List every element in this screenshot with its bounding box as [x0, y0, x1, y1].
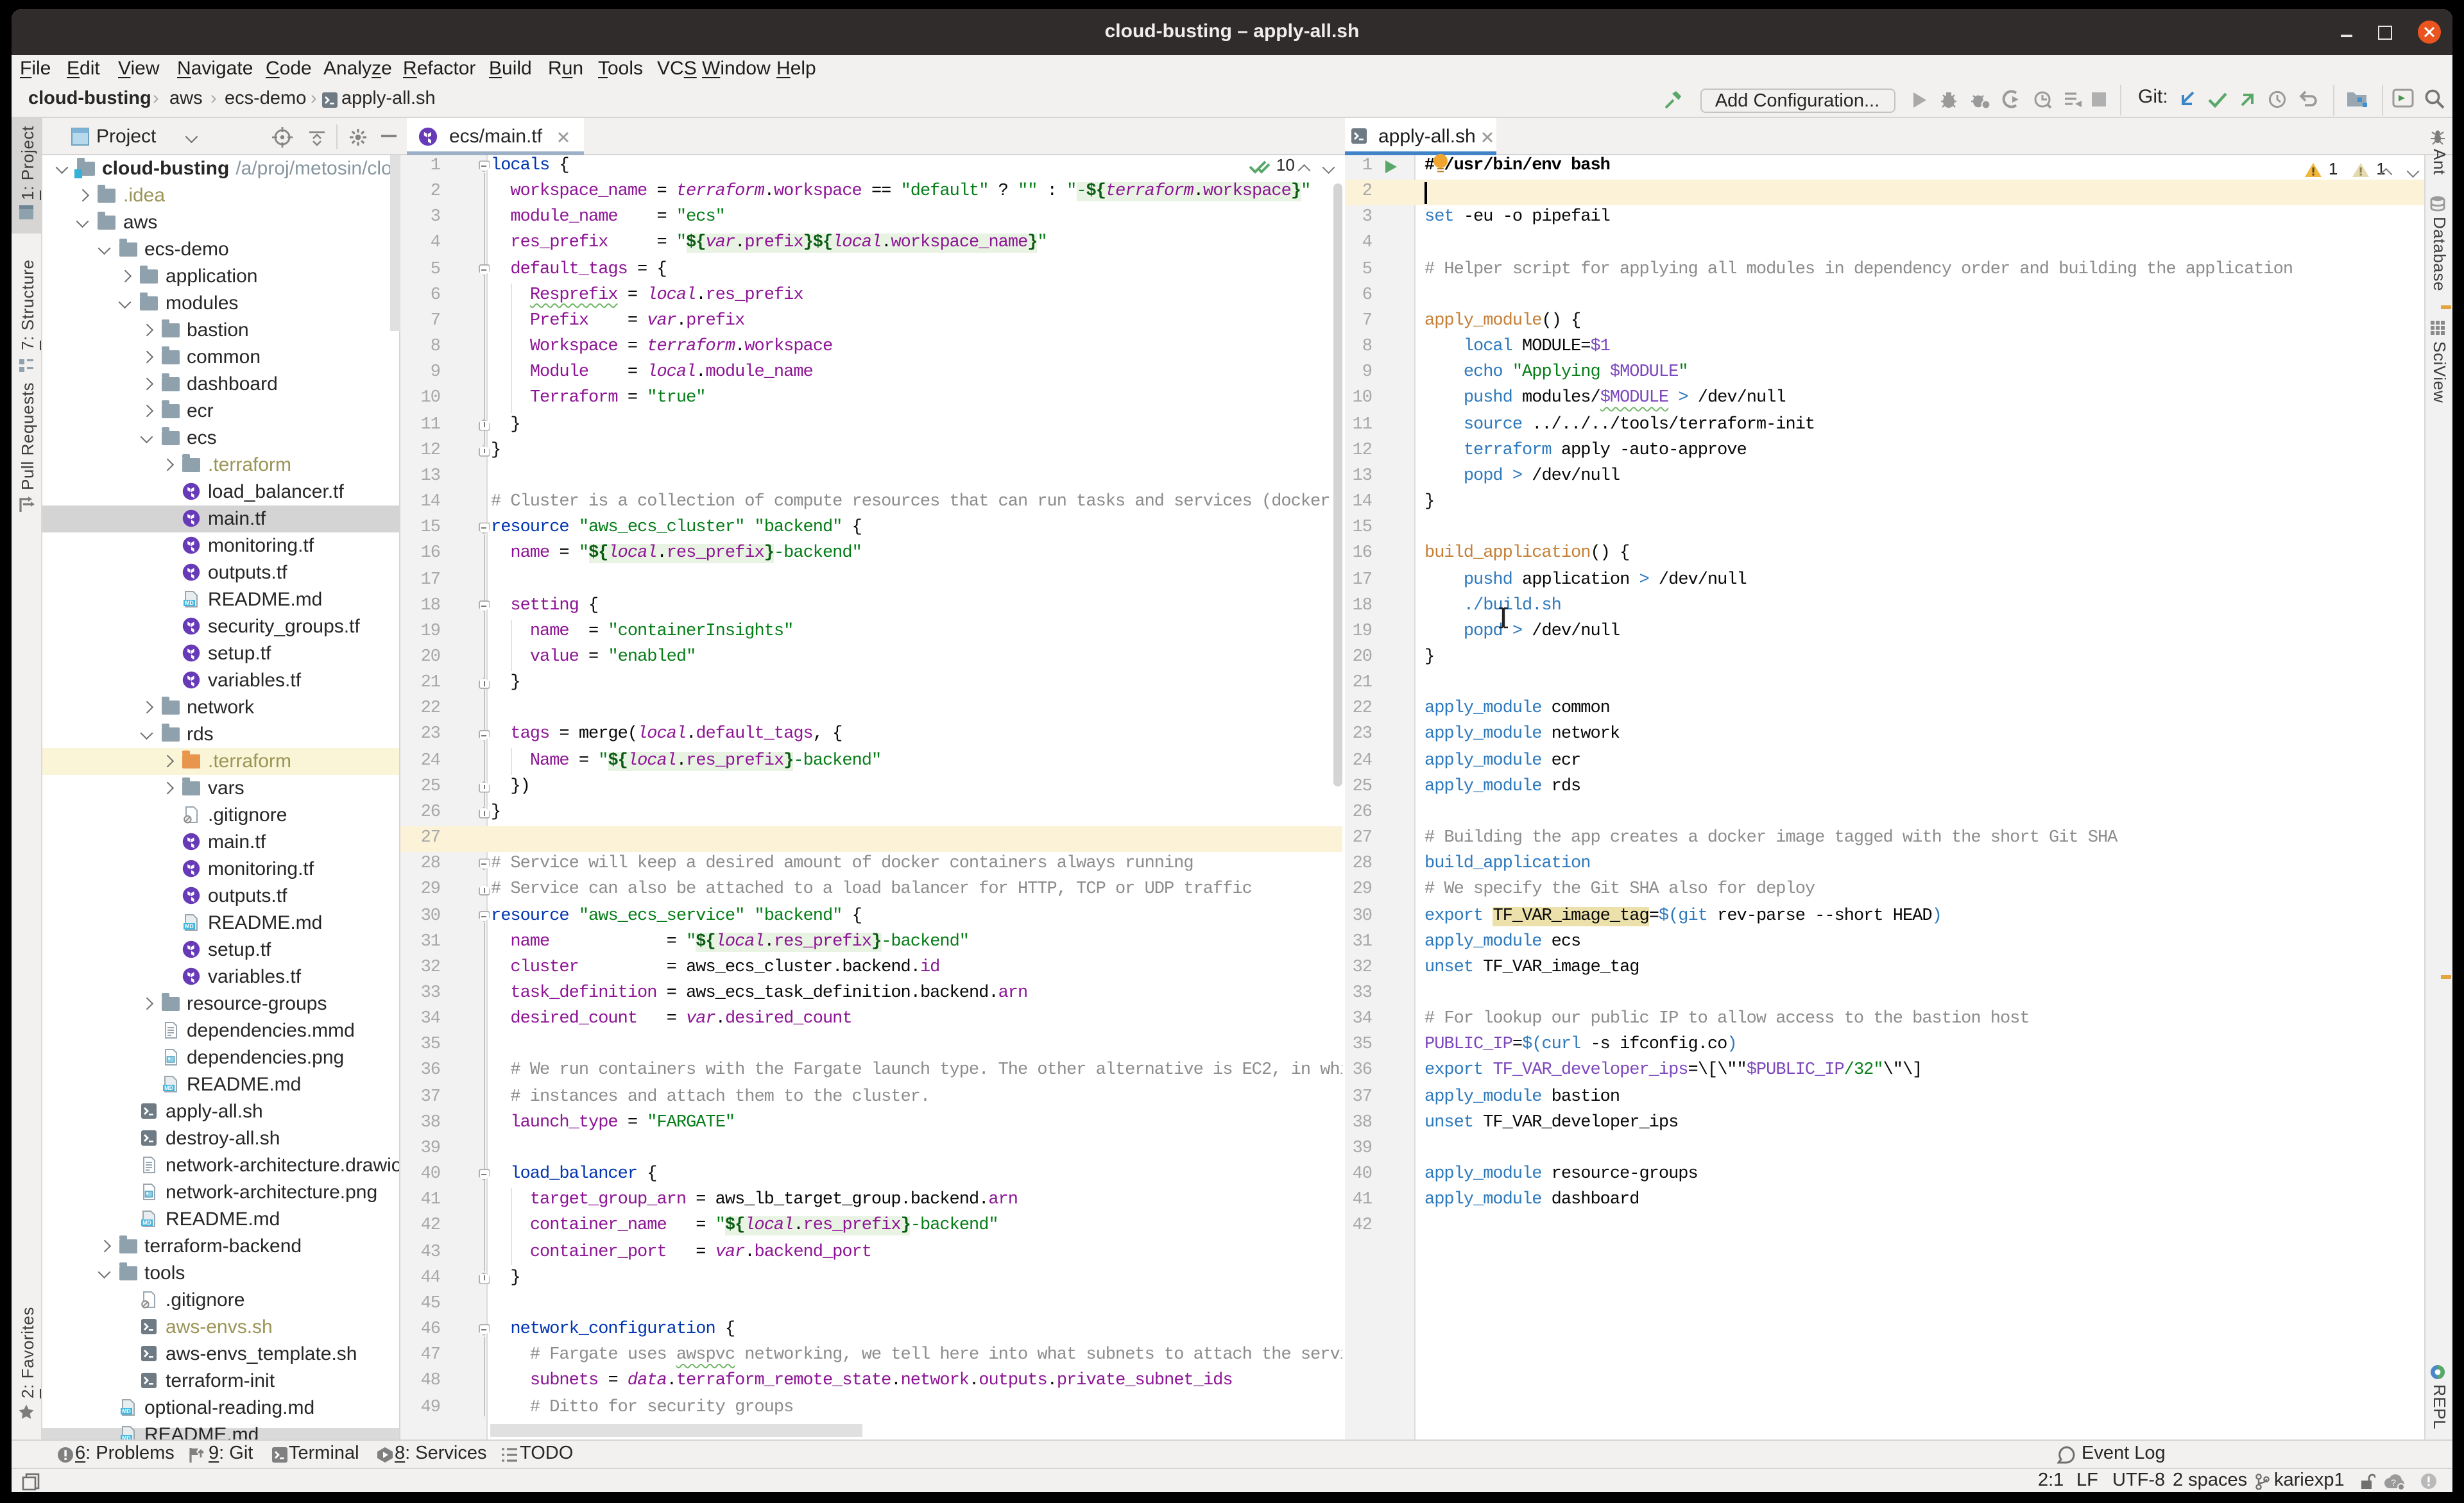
svg-text:MD: MD: [185, 599, 194, 606]
svg-text:MD: MD: [164, 1084, 173, 1091]
svg-text:MD: MD: [121, 1434, 130, 1439]
svg-text:MD: MD: [121, 1407, 130, 1414]
svg-text:MD: MD: [142, 1219, 151, 1225]
svg-text:MD: MD: [185, 922, 194, 929]
svg-text:?: ?: [2391, 1477, 2396, 1487]
